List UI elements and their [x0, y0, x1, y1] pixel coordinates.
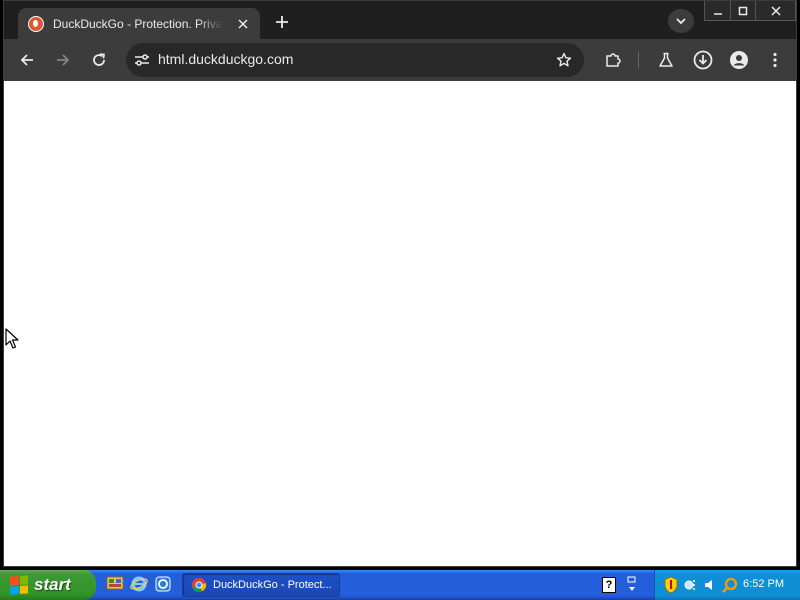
quick-launch	[106, 575, 172, 593]
help-icon[interactable]: ?	[602, 577, 616, 593]
quicklaunch-desktop-icon[interactable]	[106, 575, 124, 593]
address-bar[interactable]: html.duckduckgo.com	[126, 43, 584, 77]
page-viewport[interactable]	[4, 81, 796, 566]
download-icon	[693, 50, 713, 70]
start-button[interactable]: start	[0, 570, 96, 600]
taskbar-item-label: DuckDuckGo - Protect...	[213, 579, 332, 591]
maximize-button[interactable]	[730, 1, 755, 20]
forward-button[interactable]	[51, 48, 75, 72]
profile-button[interactable]	[727, 48, 751, 72]
chrome-icon	[192, 578, 207, 593]
back-arrow-icon	[20, 54, 33, 66]
forward-arrow-icon	[57, 54, 70, 66]
tab-duckduckgo[interactable]: DuckDuckGo - Protection. Privacy. Peace …	[18, 8, 260, 39]
tab-search-button[interactable]	[668, 9, 694, 33]
reload-button[interactable]	[87, 48, 111, 72]
security-shield-icon[interactable]	[663, 576, 679, 594]
clock: 6:52 PM	[743, 578, 784, 590]
browser-menu-button[interactable]	[763, 48, 787, 72]
labs-button[interactable]	[654, 48, 678, 72]
window-controls	[704, 1, 796, 21]
close-window-button[interactable]	[755, 1, 795, 20]
minimize-button[interactable]	[705, 1, 730, 20]
back-button[interactable]	[15, 48, 39, 72]
minimize-icon	[713, 12, 722, 15]
extensions-puzzle-icon	[606, 53, 621, 67]
extensions-button[interactable]	[601, 48, 625, 72]
duckduckgo-logo-icon	[28, 15, 44, 32]
taskbar-item-duckduckgo[interactable]: DuckDuckGo - Protect...	[182, 573, 340, 597]
labs-flask-icon	[659, 52, 673, 67]
volume-icon[interactable]	[703, 576, 717, 594]
start-label: start	[34, 575, 71, 594]
tray-icons	[663, 576, 739, 594]
windows-flag-icon	[10, 575, 28, 595]
plus-icon	[276, 16, 288, 28]
reload-icon	[93, 53, 105, 66]
quicklaunch-ie-icon[interactable]	[130, 575, 148, 593]
desktop-screen: DuckDuckGo - Protection. Privacy. Peace …	[0, 0, 800, 600]
chevron-down-icon	[676, 18, 686, 25]
close-icon	[770, 5, 781, 16]
show-desktop-arrows-icon[interactable]	[626, 575, 638, 595]
downloads-button[interactable]	[691, 48, 715, 72]
tab-strip: DuckDuckGo - Protection. Privacy. Peace …	[4, 1, 796, 39]
system-tray: 6:52 PM	[654, 570, 800, 600]
menu-kebab-icon	[773, 52, 777, 68]
site-info-icon[interactable]	[133, 51, 151, 69]
toolbar-divider	[638, 51, 639, 69]
network-icon[interactable]	[683, 576, 699, 594]
browser-toolbar: html.duckduckgo.com	[4, 39, 796, 81]
browser-window: DuckDuckGo - Protection. Privacy. Peace …	[3, 0, 797, 567]
mouse-cursor-icon	[5, 328, 19, 349]
url-text: html.duckduckgo.com	[158, 51, 294, 67]
bookmark-star-icon[interactable]	[554, 50, 574, 70]
tab-close-icon[interactable]	[234, 15, 252, 33]
tab-title: DuckDuckGo - Protection. Privacy. Peace …	[53, 16, 223, 31]
search-tray-icon[interactable]	[721, 576, 739, 594]
taskbar: start DuckDuckGo - Protect... ? 6:52 PM	[0, 570, 800, 600]
maximize-icon	[738, 6, 748, 15]
quicklaunch-browser-icon[interactable]	[154, 575, 172, 593]
new-tab-button[interactable]	[268, 9, 296, 35]
profile-icon	[730, 51, 748, 69]
